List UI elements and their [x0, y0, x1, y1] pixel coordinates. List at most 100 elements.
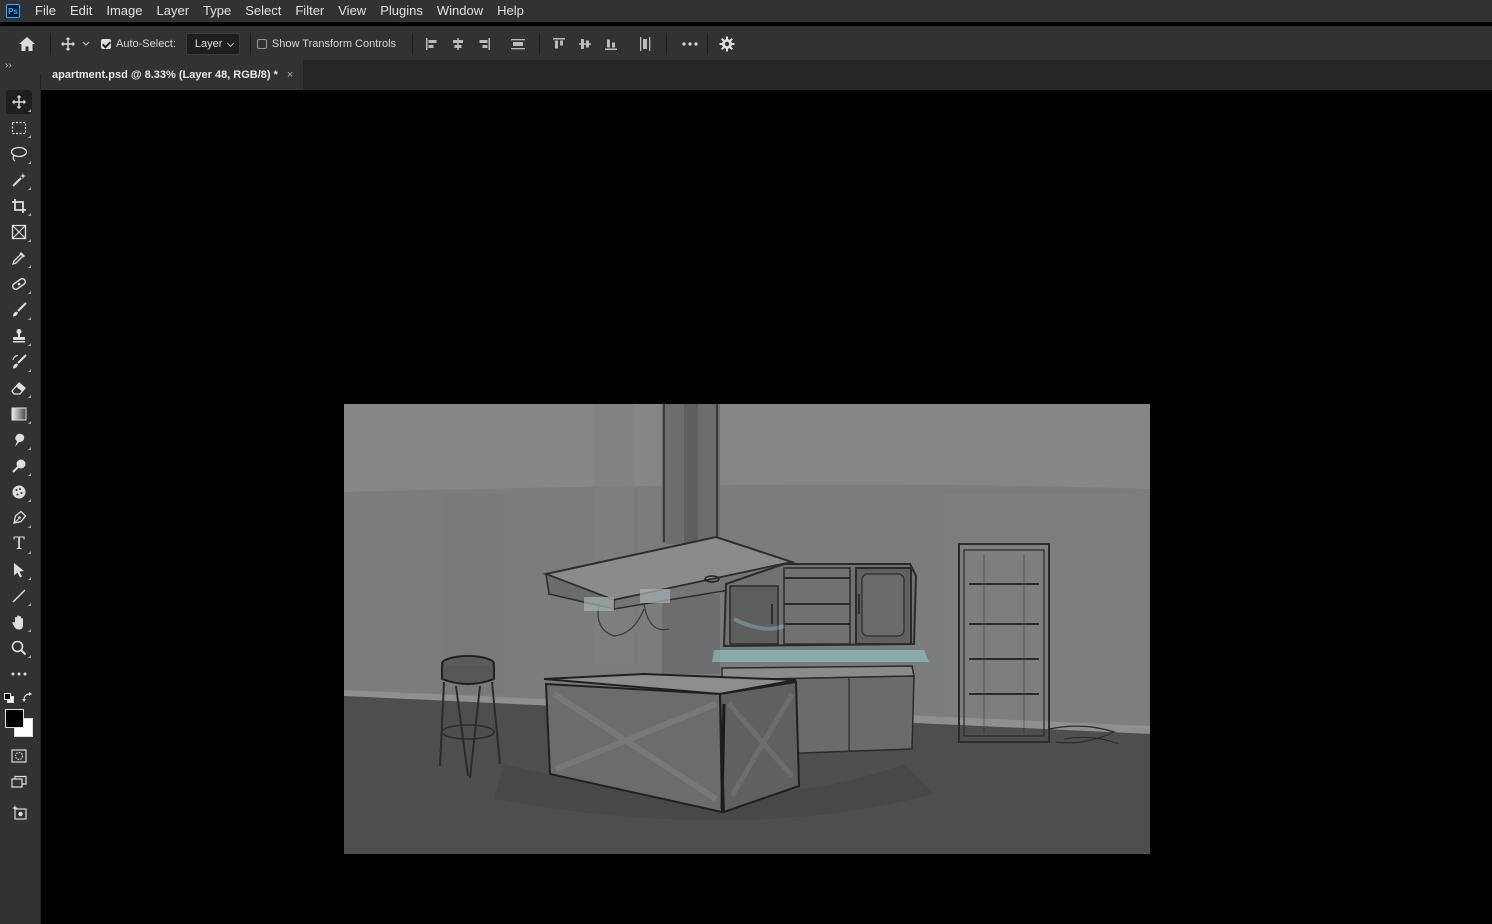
type-tool[interactable]: T: [6, 532, 32, 556]
gear-icon: [719, 36, 735, 51]
swap-arrow-icon: [22, 692, 32, 702]
align-horizontal-center-button[interactable]: [445, 31, 471, 57]
type-icon: T: [13, 534, 25, 554]
menu-edit[interactable]: Edit: [63, 0, 99, 22]
options-divider: [666, 32, 668, 55]
align-vertical-center-button[interactable]: [572, 31, 598, 57]
eyedropper-tool[interactable]: [6, 246, 32, 270]
auto-select-checkbox[interactable]: [101, 38, 111, 49]
sponge-icon: [12, 485, 26, 499]
crop-tool[interactable]: [6, 194, 32, 218]
tool-preset-dropdown[interactable]: [79, 31, 93, 57]
show-transform-checkbox[interactable]: [256, 38, 267, 49]
align-top-icon: [553, 37, 566, 48]
line-icon: [12, 589, 26, 603]
auto-select-toggle[interactable]: Auto-Select:: [101, 38, 176, 50]
zoom-icon: [11, 640, 27, 656]
options-bar: Auto-Select: Layer Show Transform Contro…: [0, 26, 1492, 60]
history-brush-tool[interactable]: [6, 350, 32, 374]
options-divider: [412, 32, 414, 55]
lasso-tool[interactable]: [6, 142, 32, 166]
align-horizontal-center-icon: [453, 37, 464, 50]
distribute-horizontal-icon: [640, 36, 651, 51]
show-transform-label: Show Transform Controls: [271, 37, 397, 50]
distribute-vertical-button[interactable]: [505, 31, 531, 57]
options-divider: [249, 32, 251, 55]
foreground-color-swatch[interactable]: [5, 709, 24, 728]
menu-file[interactable]: File: [28, 0, 63, 22]
home-button[interactable]: [10, 27, 44, 61]
eraser-icon: [11, 382, 26, 395]
align-bottom-button[interactable]: [598, 31, 624, 57]
sponge-tool[interactable]: [6, 480, 32, 504]
healing-brush-tool[interactable]: [6, 272, 32, 296]
move-tool[interactable]: [6, 90, 32, 114]
generative-ai-button[interactable]: [6, 800, 32, 824]
dodge-tool[interactable]: [6, 454, 32, 478]
options-divider: [50, 32, 51, 55]
rectangular-marquee-tool[interactable]: [6, 116, 32, 140]
pen-icon: [13, 510, 27, 524]
show-transform-toggle[interactable]: Show Transform Controls: [256, 37, 397, 50]
crop-icon: [12, 199, 26, 213]
menu-help[interactable]: Help: [490, 0, 531, 22]
document-tab-bar: apartment.psd @ 8.33% (Layer 48, RGB/8) …: [41, 60, 1492, 90]
distribute-horizontal-button[interactable]: [632, 31, 658, 57]
zoom-tool[interactable]: [6, 636, 32, 660]
smudge-icon: [15, 433, 25, 447]
dodge-icon: [12, 459, 26, 473]
screen-mode-button[interactable]: [6, 770, 32, 794]
frame-icon: [11, 224, 27, 240]
magic-wand-tool[interactable]: [6, 168, 32, 192]
align-left-button[interactable]: [419, 31, 445, 57]
line-tool[interactable]: [6, 584, 32, 608]
gradient-tool[interactable]: [6, 402, 32, 426]
menu-select[interactable]: Select: [238, 0, 288, 22]
canvas-workspace[interactable]: [41, 90, 1492, 924]
eraser-tool[interactable]: [6, 376, 32, 400]
options-divider: [539, 32, 541, 55]
document-canvas[interactable]: [344, 404, 1150, 854]
align-top-button[interactable]: [546, 31, 572, 57]
auto-select-target-dropdown[interactable]: Layer: [185, 32, 240, 55]
path-selection-tool[interactable]: [6, 558, 32, 582]
options-divider: [707, 32, 709, 55]
document-tab[interactable]: apartment.psd @ 8.33% (Layer 48, RGB/8) …: [41, 60, 303, 90]
menu-type[interactable]: Type: [196, 0, 238, 22]
photoshop-logo-icon[interactable]: Ps: [6, 4, 20, 18]
align-bottom-icon: [605, 39, 618, 50]
document-tab-title: apartment.psd @ 8.33% (Layer 48, RGB/8) …: [52, 69, 278, 81]
lasso-icon: [10, 146, 28, 162]
quick-mask-icon: [11, 749, 27, 763]
more-icon: [11, 672, 27, 676]
quick-mask-button[interactable]: [6, 744, 32, 768]
menu-plugins[interactable]: Plugins: [373, 0, 430, 22]
menu-window[interactable]: Window: [430, 0, 490, 22]
align-vertical-center-icon: [579, 38, 592, 49]
smudge-tool[interactable]: [6, 428, 32, 452]
align-right-button[interactable]: [471, 31, 497, 57]
align-right-icon: [479, 37, 491, 50]
menu-layer[interactable]: Layer: [150, 0, 197, 22]
menu-view[interactable]: View: [331, 0, 373, 22]
move-tool-preset-button[interactable]: [57, 31, 79, 57]
panel-collapse-toggle[interactable]: ››: [0, 60, 41, 74]
default-colors-button[interactable]: [4, 693, 14, 703]
hand-tool[interactable]: [6, 610, 32, 634]
settings-button[interactable]: [714, 31, 740, 57]
frame-tool[interactable]: [6, 220, 32, 244]
edit-toolbar[interactable]: [6, 662, 32, 686]
distribute-icon: [511, 38, 526, 49]
move-icon: [61, 36, 75, 51]
brush-tool[interactable]: [6, 298, 32, 322]
clone-stamp-tool[interactable]: [6, 324, 32, 348]
gradient-icon: [11, 407, 27, 421]
close-icon[interactable]: ×: [287, 69, 293, 81]
chevron-down-icon: [82, 41, 90, 46]
menu-image[interactable]: Image: [99, 0, 149, 22]
swap-colors-button[interactable]: [22, 691, 34, 703]
menu-filter[interactable]: Filter: [288, 0, 331, 22]
auto-select-label: Auto-Select:: [116, 37, 176, 50]
more-options-button[interactable]: [677, 31, 703, 57]
pen-tool[interactable]: [6, 506, 32, 530]
